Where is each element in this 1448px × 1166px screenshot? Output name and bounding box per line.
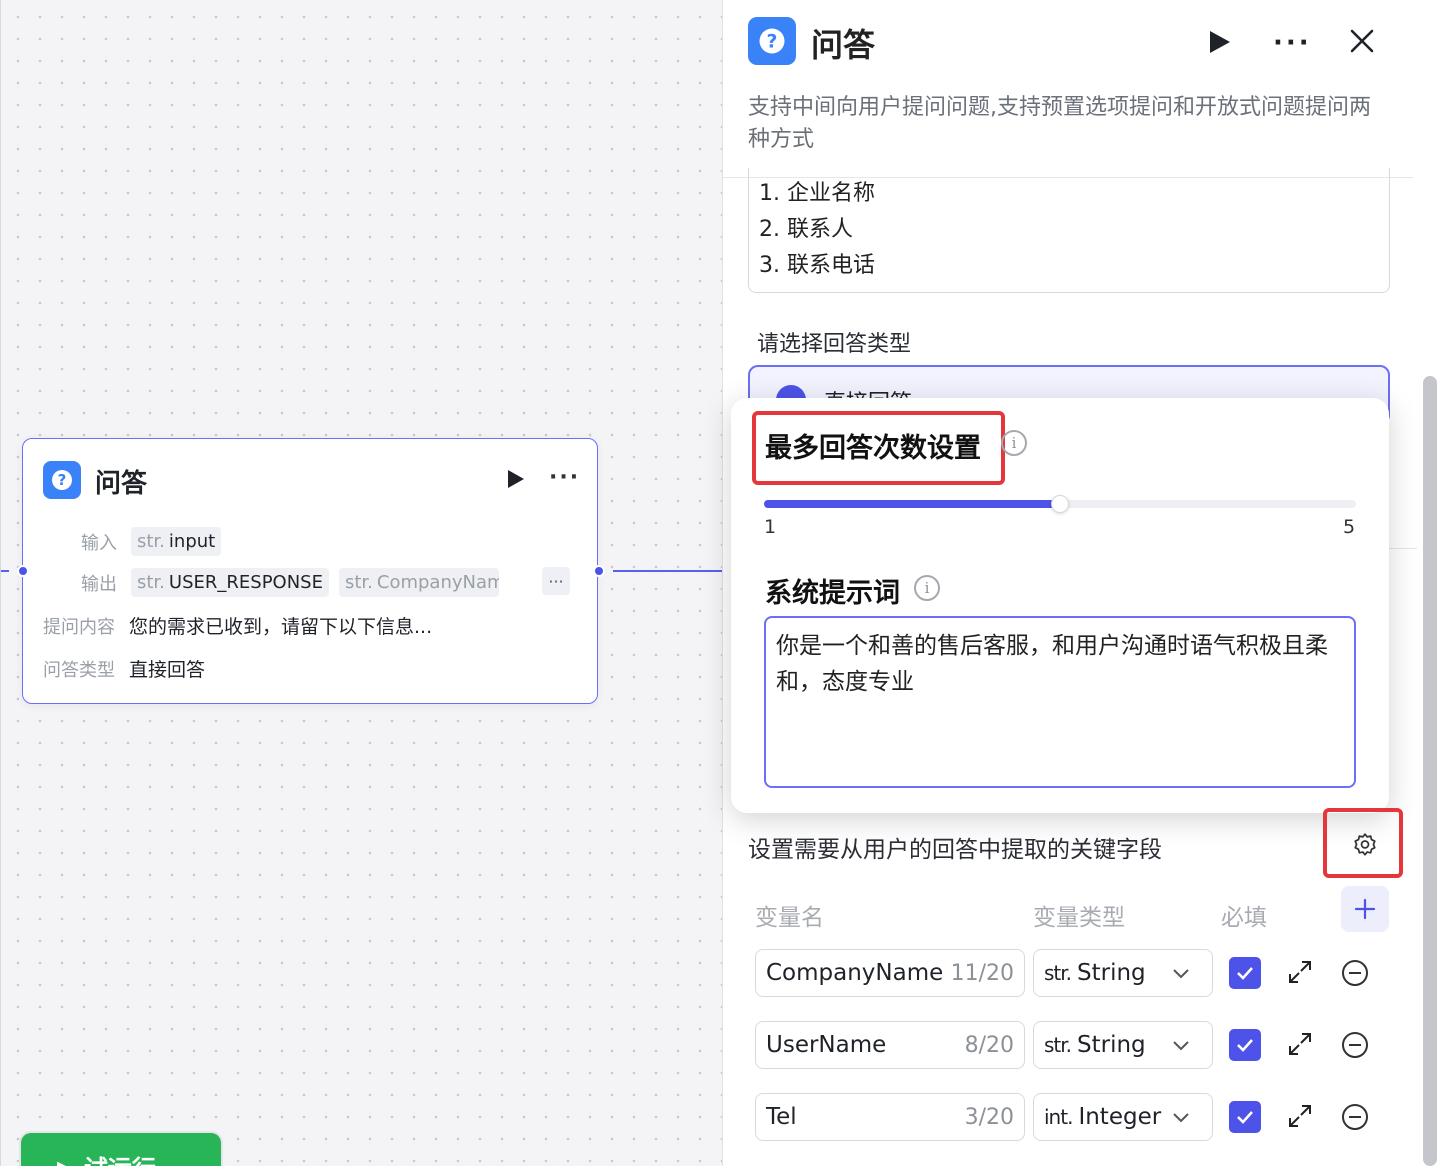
column-header-name: 变量名 (755, 905, 824, 931)
input-tag: str. input (131, 527, 222, 556)
required-checkbox[interactable] (1229, 1101, 1261, 1133)
output-tag: str. USER_RESPONSE (131, 568, 329, 597)
close-icon[interactable] (1349, 28, 1375, 58)
extract-fields-label: 设置需要从用户的回答中提取的关键字段 (748, 837, 1162, 863)
field-row: CompanyName 11/20 str. String (755, 949, 1395, 997)
section-divider (1389, 548, 1419, 549)
more-icon[interactable]: ··· (1273, 28, 1312, 58)
more-icon[interactable]: ··· (549, 465, 580, 490)
highlight-box (1323, 808, 1403, 878)
scrollbar-thumb[interactable] (1423, 376, 1437, 1166)
field-row: Tel 3/20 int. Integer (755, 1093, 1395, 1141)
list-item: 3. 联系电话 (759, 253, 875, 278)
field-name-input[interactable]: UserName 8/20 (755, 1021, 1025, 1069)
check-icon (1237, 1111, 1253, 1124)
input-port[interactable] (17, 565, 29, 577)
remove-icon[interactable] (1341, 1103, 1369, 1131)
column-header-type: 变量类型 (1033, 905, 1125, 931)
field-type-select[interactable]: str. String (1033, 1021, 1213, 1069)
plus-icon (1354, 898, 1376, 920)
input-label: 输入 (81, 532, 117, 554)
list-item: 1. 企业名称 (759, 181, 875, 206)
answer-type-label: 问答类型 (43, 659, 115, 681)
more-outputs-button[interactable]: ··· (542, 567, 570, 595)
question-icon: ? (43, 461, 81, 499)
question-content-box[interactable]: 1. 企业名称 2. 联系人 3. 联系电话 (748, 168, 1390, 293)
remove-icon[interactable] (1341, 1031, 1369, 1059)
slider-max: 5 (1343, 516, 1356, 538)
panel-description: 支持中间向用户提问问题,支持预置选项提问和开放式问题提问两种方式 (748, 95, 1371, 152)
output-label: 输出 (81, 573, 117, 595)
test-run-button[interactable]: ▶ 试运行 (21, 1133, 221, 1166)
char-count: 11/20 (950, 960, 1014, 986)
output-tag: str. CompanyNam (338, 568, 499, 597)
play-icon[interactable] (507, 469, 525, 493)
edge-right (613, 570, 723, 572)
question-icon: ? (748, 17, 796, 65)
question-label: 提问内容 (43, 616, 115, 638)
list-item: 2. 联系人 (759, 217, 853, 242)
info-icon[interactable]: i (914, 575, 940, 601)
max-answer-slider[interactable] (764, 495, 1356, 513)
remove-icon[interactable] (1341, 959, 1369, 987)
expand-icon[interactable] (1287, 1103, 1313, 1129)
svg-text:?: ? (58, 471, 67, 489)
output-port[interactable] (593, 565, 605, 577)
slider-thumb[interactable] (1051, 495, 1069, 513)
settings-popover: 最多回答次数设置 i 1 5 系统提示词 i 你是一个和善的售后客服，和用户沟通… (731, 398, 1389, 813)
panel-title: 问答 (811, 26, 876, 64)
play-icon[interactable] (1209, 30, 1231, 58)
question-value: 您的需求已收到，请留下以下信息... (129, 616, 433, 638)
edge-left (1, 570, 9, 572)
chevron-down-icon (1173, 969, 1189, 979)
expand-icon[interactable] (1287, 959, 1313, 985)
workflow-canvas[interactable]: ? 问答 ··· 输入 str. input 输出 str. USER_RESPON… (0, 0, 723, 1166)
add-field-button[interactable] (1341, 886, 1389, 932)
chevron-down-icon (1173, 1113, 1189, 1123)
check-icon (1237, 1039, 1253, 1052)
field-name-input[interactable]: Tel 3/20 (755, 1093, 1025, 1141)
system-prompt-input[interactable]: 你是一个和善的售后客服，和用户沟通时语气积极且柔和，态度专业 (764, 616, 1356, 788)
qa-node[interactable]: ? 问答 ··· 输入 str. input 输出 str. USER_RESPON… (22, 438, 598, 704)
system-prompt-title: 系统提示词 (765, 578, 900, 609)
field-name-input[interactable]: CompanyName 11/20 (755, 949, 1025, 997)
field-type-select[interactable]: str. String (1033, 949, 1213, 997)
answer-type-value: 直接回答 (129, 659, 206, 681)
char-count: 8/20 (964, 1032, 1014, 1058)
info-icon[interactable]: i (1001, 430, 1027, 456)
chevron-down-icon (1173, 1041, 1189, 1051)
slider-fill (764, 500, 1060, 508)
expand-icon[interactable] (1287, 1031, 1313, 1057)
node-title: 问答 (95, 469, 148, 499)
required-checkbox[interactable] (1229, 1029, 1261, 1061)
answer-type-heading: 请选择回答类型 (757, 332, 912, 357)
column-header-required: 必填 (1221, 905, 1267, 931)
svg-text:?: ? (767, 31, 778, 52)
field-row: UserName 8/20 str. String (755, 1021, 1395, 1069)
slider-min: 1 (764, 516, 777, 538)
check-icon (1237, 967, 1253, 980)
field-type-select[interactable]: int. Integer (1033, 1093, 1213, 1141)
char-count: 3/20 (964, 1104, 1014, 1130)
required-checkbox[interactable] (1229, 957, 1261, 989)
highlight-box (752, 411, 1005, 485)
